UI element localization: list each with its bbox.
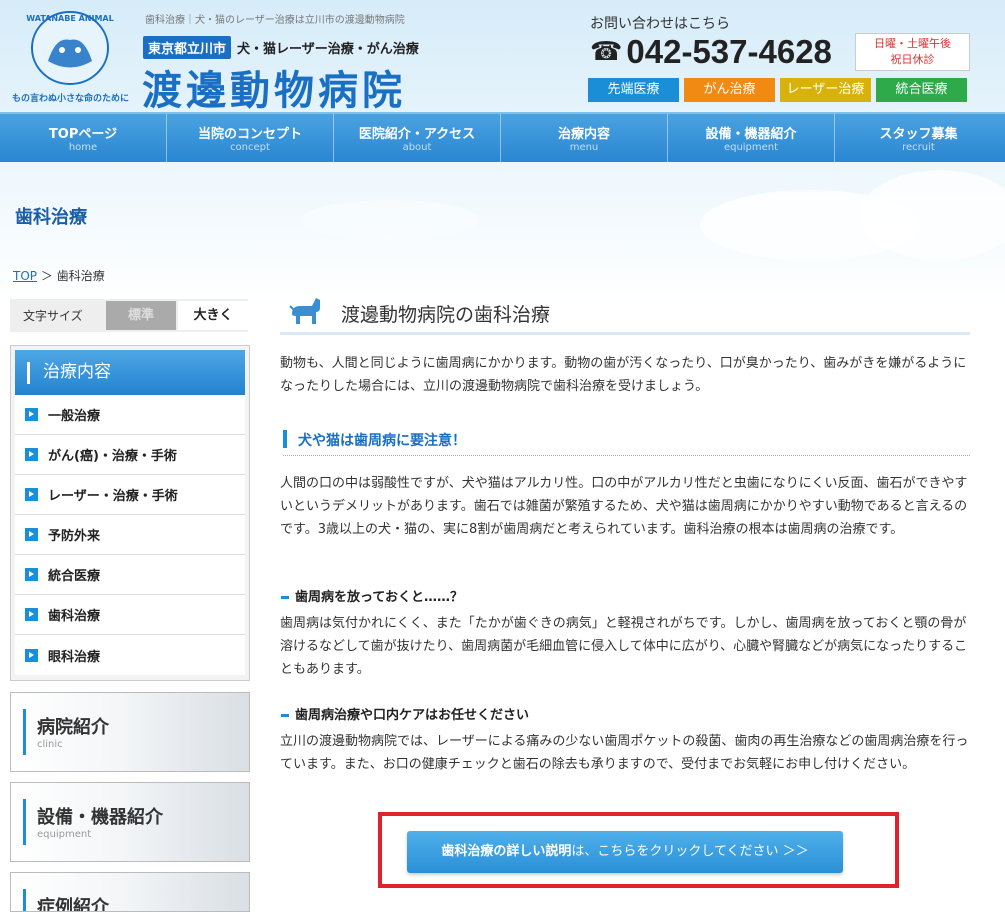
- intro-paragraph: 動物も、人間と同じように歯周病にかかります。動物の歯が汚くなったり、口が臭かった…: [280, 356, 967, 394]
- cta-bold-text: 歯科治療の詳しい説明: [441, 844, 572, 859]
- nav-concept[interactable]: 当院のコンセプト concept: [167, 114, 334, 162]
- banner-equipment-sub: equipment: [37, 829, 92, 840]
- arrow-right-icon: [25, 408, 38, 421]
- main-nav: TOPページ home 当院のコンセプト concept 医院紹介・アクセス abou…: [0, 112, 1005, 162]
- nav-equipment-sub: equipment: [723, 142, 779, 153]
- nav-home[interactable]: TOPページ home: [0, 114, 167, 162]
- arrow-right-icon: [25, 568, 38, 581]
- menu-item-label: 一般治療: [48, 409, 101, 424]
- location-tag: 東京都立川市: [143, 36, 232, 59]
- arrow-right-icon: [25, 648, 38, 662]
- banner-cases[interactable]: 症例紹介: [10, 872, 250, 912]
- section-heading: 犬や猫は歯周病に要注意！: [283, 426, 970, 456]
- site-title[interactable]: 渡邊動物病院: [142, 58, 406, 116]
- page-heading: 歯科治療: [15, 207, 87, 228]
- minor-paragraph-2: 立川の渡邊動物病院では、レーザーによる痛みの少ない歯周ポケットの殺菌、歯肉の再生…: [280, 734, 969, 772]
- banner-accent-bar: [23, 709, 26, 755]
- menu-item-preventive[interactable]: 予防外来: [15, 515, 245, 555]
- main-title: 渡邊動物病院の歯科治療: [280, 290, 970, 335]
- arrow-right-icon: [25, 448, 38, 461]
- font-size-switcher: 文字サイズ 標準 大きく: [10, 299, 248, 332]
- nav-concept-sub: concept: [230, 142, 270, 153]
- font-size-large-button[interactable]: 大きく: [178, 301, 248, 330]
- menu-item-label: レーザー・治療・手術: [48, 489, 178, 504]
- breadcrumb-current: 歯科治療: [56, 269, 105, 283]
- nav-home-sub: home: [68, 142, 98, 153]
- menu-item-dental[interactable]: 歯科治療: [15, 595, 245, 635]
- nav-recruit-sub: recruit: [902, 142, 935, 153]
- contact-label: お問い合わせはこちら: [590, 16, 730, 32]
- menu-item-label: がん(癌)・治療・手術: [48, 449, 177, 464]
- cta-rest-text: は、こちらをクリックしてください ＞＞: [571, 844, 809, 859]
- treatment-menu-list: 一般治療 がん(癌)・治療・手術 レーザー・治療・手術 予防外来 統合医療 歯科…: [15, 395, 245, 675]
- nav-recruit-label: スタッフ募集: [879, 127, 958, 142]
- nav-equipment[interactable]: 設備・機器紹介 equipment: [668, 114, 835, 162]
- breadcrumb-home-link[interactable]: TOP: [13, 269, 37, 283]
- nav-recruit[interactable]: スタッフ募集 recruit: [835, 114, 1002, 162]
- banner-cases-title: 症例紹介: [37, 897, 109, 912]
- breadcrumb: TOP ＞ 歯科治療: [13, 267, 105, 284]
- menu-item-cancer[interactable]: がん(癌)・治療・手術: [15, 435, 245, 475]
- treatment-menu: 治療内容 一般治療 がん(癌)・治療・手術 レーザー・治療・手術 予防外来 統合…: [10, 345, 250, 681]
- menu-item-general[interactable]: 一般治療: [15, 395, 245, 435]
- section-paragraph: 人間の口の中は弱酸性ですが、犬や猫はアルカリ性。口の中がアルカリ性だと虫歯になり…: [280, 476, 968, 537]
- heading-accent-bar: [283, 430, 287, 448]
- nav-home-label: TOPページ: [48, 127, 118, 142]
- service-tags: 先端医療 がん治療 レーザー治療 統合医療: [588, 78, 967, 102]
- nav-about[interactable]: 医院紹介・アクセス about: [334, 114, 501, 162]
- nav-menu-label: 治療内容: [557, 127, 610, 142]
- nav-menu[interactable]: 治療内容 menu: [501, 114, 668, 162]
- nav-concept-label: 当院のコンセプト: [197, 127, 302, 142]
- font-size-standard-button[interactable]: 標準: [106, 301, 176, 330]
- menu-item-integrative[interactable]: 統合医療: [15, 555, 245, 595]
- tag-advanced-medicine[interactable]: 先端医療: [588, 78, 679, 102]
- svg-text:WATANABE ANIMAL: WATANABE ANIMAL: [26, 14, 113, 23]
- tag-laser-treatment[interactable]: レーザー治療: [780, 78, 871, 102]
- logo-tagline: もの言わぬ小さな命のために: [12, 94, 130, 104]
- minor-heading-2: 歯周病治療や口内ケアはお任せください: [281, 704, 529, 723]
- site-header: WATANABE ANIMAL もの言わぬ小さな命のために 歯科治療｜犬・猫のレ…: [0, 0, 1005, 114]
- breadcrumb-separator: ＞: [40, 269, 53, 283]
- nav-about-sub: about: [402, 142, 432, 153]
- arrow-right-icon: [25, 528, 38, 541]
- main-title-text: 渡邊動物病院の歯科治療: [341, 304, 551, 326]
- banner-clinic[interactable]: 病院紹介 clinic: [10, 692, 250, 772]
- tag-cancer-treatment[interactable]: がん治療: [684, 78, 775, 102]
- tagline: 犬・猫レーザー治療・がん治療: [237, 42, 419, 57]
- banner-equipment[interactable]: 設備・機器紹介 equipment: [10, 782, 250, 862]
- nav-about-label: 医院紹介・アクセス: [358, 127, 476, 142]
- header-breadcrumb: 歯科治療｜犬・猫のレーザー治療は立川市の渡邊動物病院: [145, 15, 405, 26]
- phone-icon: ☎: [590, 37, 623, 67]
- menu-item-laser[interactable]: レーザー・治療・手術: [15, 475, 245, 515]
- phone-row[interactable]: ☎ 042-537-4628: [590, 33, 832, 71]
- minor-paragraph-1: 歯周病は気付かれにくく、また「たかが歯ぐきの病気」と軽視されがちです。しかし、歯…: [280, 616, 968, 677]
- menu-item-label: 歯科治療: [48, 609, 101, 624]
- banner-equipment-title: 設備・機器紹介: [37, 807, 163, 828]
- banner-accent-bar: [23, 799, 26, 845]
- arrow-right-icon: [25, 608, 38, 621]
- banner-clinic-title: 病院紹介: [37, 717, 109, 738]
- nav-equipment-label: 設備・機器紹介: [705, 127, 797, 142]
- menu-item-ophthalmology[interactable]: 眼科治療: [15, 635, 245, 675]
- arrow-right-icon: [25, 488, 38, 501]
- menu-item-label: 眼科治療: [48, 649, 101, 665]
- menu-item-label: 統合医療: [48, 569, 101, 584]
- nav-menu-sub: menu: [569, 142, 599, 153]
- treatment-menu-title: 治療内容: [15, 350, 245, 395]
- dental-detail-button[interactable]: 歯科治療の詳しい説明は、こちらをクリックしてください ＞＞: [407, 831, 843, 873]
- banner-accent-bar: [23, 889, 26, 911]
- phone-number[interactable]: 042-537-4628: [626, 33, 832, 71]
- font-size-label: 文字サイズ: [23, 309, 83, 323]
- holiday-line-2: 祝日休診: [890, 53, 935, 66]
- banner-clinic-sub: clinic: [37, 739, 63, 750]
- holiday-line-1: 日曜・土曜午後: [874, 37, 951, 50]
- minor-heading-1: 歯周病を放っておくと……？: [281, 586, 463, 605]
- section-heading-text: 犬や猫は歯周病に要注意！: [298, 433, 466, 449]
- tag-integrative-medicine[interactable]: 統合医療: [876, 78, 967, 102]
- menu-item-label: 予防外来: [48, 529, 101, 544]
- holiday-notice: 日曜・土曜午後 祝日休診: [855, 33, 970, 71]
- dog-icon: [289, 298, 320, 324]
